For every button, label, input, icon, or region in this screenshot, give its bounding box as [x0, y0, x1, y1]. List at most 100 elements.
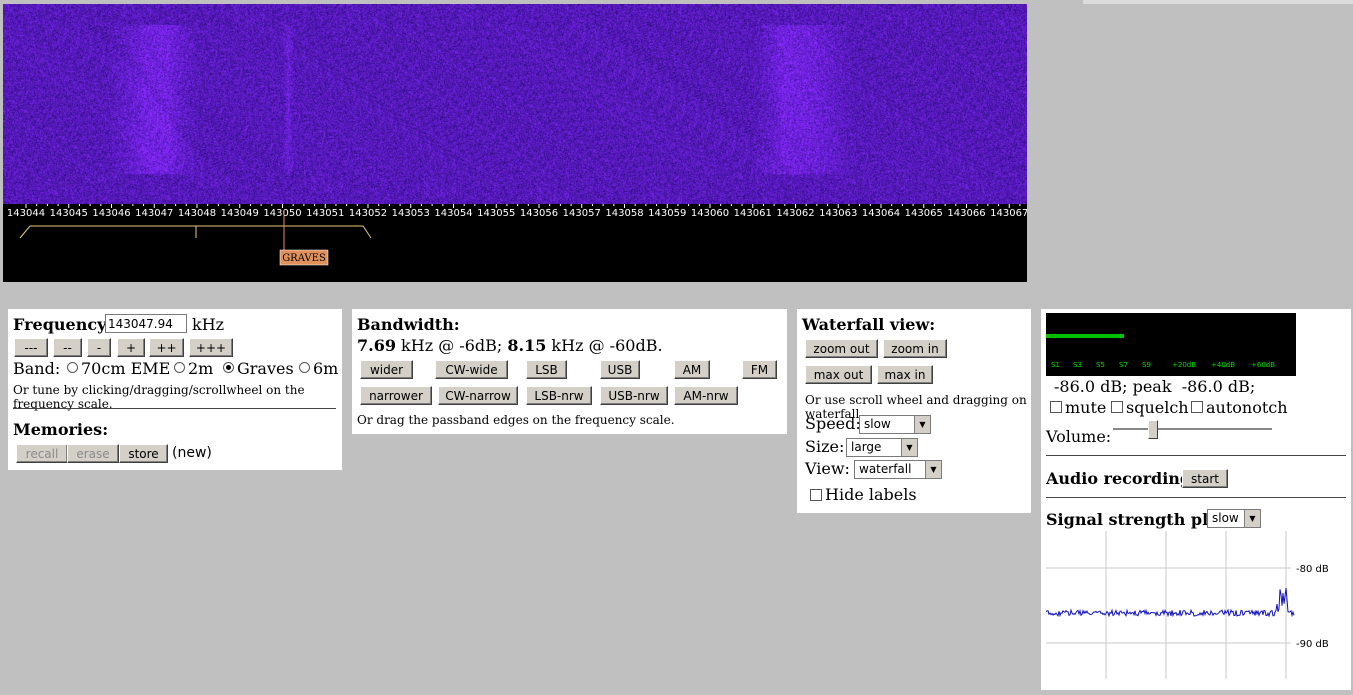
- record-start-button[interactable]: start: [1182, 469, 1228, 488]
- bandwidth-title: Bandwidth:: [357, 315, 460, 334]
- wider-button[interactable]: wider: [360, 360, 413, 379]
- step-up-3-button[interactable]: +++: [189, 338, 233, 357]
- bandwidth-readout: 7.69 kHz @ -6dB; 8.15 kHz @ -60dB.: [357, 336, 663, 355]
- band-70cm-label: 70cm EME: [81, 359, 171, 378]
- usb-button[interactable]: USB: [600, 360, 640, 379]
- step-up-1-button[interactable]: +: [117, 338, 145, 357]
- view-value: waterfall: [859, 462, 912, 476]
- volume-slider-track[interactable]: [1113, 428, 1272, 431]
- speed-select[interactable]: slow ▼: [859, 415, 931, 434]
- scale-label: 143050: [263, 208, 301, 219]
- waterfall-view-panel: Waterfall view: zoom out zoom in max out…: [797, 309, 1031, 513]
- zoom-out-button[interactable]: zoom out: [805, 339, 878, 358]
- cw-narrow-button[interactable]: CW-narrow: [438, 386, 518, 405]
- hide-labels-checkbox[interactable]: [810, 489, 822, 501]
- waterfall-display[interactable]: 143044 143045 143046 143047 143048 143049 1430…: [3, 4, 1027, 282]
- audio-recording-title: Audio recording:: [1046, 469, 1197, 488]
- autonotch-label: autonotch: [1206, 398, 1288, 417]
- hide-labels-label: Hide labels: [825, 485, 917, 504]
- memory-status: (new): [172, 445, 212, 461]
- bw-6db-value: 7.69: [357, 336, 396, 355]
- bandwidth-panel: Bandwidth: 7.69 kHz @ -6dB; 8.15 kHz @ -…: [352, 309, 787, 434]
- scale-label: 143056: [520, 208, 558, 219]
- band-2m-radio[interactable]: [174, 362, 185, 373]
- plot-label-top: -80 dB: [1296, 564, 1329, 575]
- s-meter-tick-label: +40dB: [1211, 361, 1236, 369]
- max-out-button[interactable]: max out: [805, 365, 872, 384]
- frequency-input[interactable]: [105, 314, 187, 333]
- scale-label: 143067: [990, 208, 1027, 219]
- plot-label-bottom: -90 dB: [1296, 639, 1329, 650]
- band-6m-radio[interactable]: [299, 362, 310, 373]
- signal-reading: -86.0 dB; peak -86.0 dB;: [1054, 377, 1256, 396]
- s-meter-tick-label: S1: [1051, 361, 1060, 369]
- cw-wide-button[interactable]: CW-wide: [435, 360, 508, 379]
- frequency-scale[interactable]: 143044 143045 143046 143047 143048 143049 1430…: [3, 204, 1027, 282]
- bw-60db-text: kHz @ -60dB.: [546, 336, 663, 355]
- size-label: Size:: [805, 437, 845, 456]
- chevron-down-icon: ▼: [925, 461, 941, 478]
- volume-slider-thumb[interactable]: [1147, 420, 1158, 439]
- erase-button[interactable]: erase: [67, 444, 119, 463]
- recall-button[interactable]: recall: [16, 444, 68, 463]
- chevron-down-icon: ▼: [901, 439, 917, 456]
- s-meter-tick-label: S3: [1073, 361, 1082, 369]
- step-up-2-button[interactable]: ++: [149, 338, 184, 357]
- band-graves-label: Graves: [237, 359, 294, 378]
- signal-strength-plot: -80 dB -90 dB: [1046, 531, 1329, 679]
- lsb-button[interactable]: LSB: [526, 360, 567, 379]
- scale-label: 143063: [819, 208, 857, 219]
- scale-label: 143064: [862, 208, 900, 219]
- audio-panel: S1 S3 S5 S7 S9 +20dB +40dB +60dB -86.0 dB; peak…: [1041, 309, 1351, 690]
- scale-label: 143054: [434, 208, 472, 219]
- chevron-down-icon: ▼: [1244, 510, 1260, 527]
- speed-value: slow: [864, 417, 891, 431]
- scale-label: 143058: [605, 208, 643, 219]
- divider: [1046, 497, 1346, 498]
- bandwidth-hint: Or drag the passband edges on the freque…: [357, 413, 675, 427]
- scale-label: 143060: [691, 208, 729, 219]
- am-nrw-button[interactable]: AM-nrw: [674, 386, 738, 405]
- size-select[interactable]: large ▼: [846, 438, 918, 457]
- scale-label: 143061: [734, 208, 772, 219]
- scale-label: 143066: [947, 208, 985, 219]
- zoom-in-button[interactable]: zoom in: [883, 339, 947, 358]
- divider: [13, 408, 336, 409]
- lsb-nrw-button[interactable]: LSB-nrw: [526, 386, 592, 405]
- squelch-checkbox[interactable]: [1111, 401, 1123, 413]
- narrower-button[interactable]: narrower: [360, 386, 432, 405]
- scale-label: 143048: [178, 208, 216, 219]
- plot-speed-select[interactable]: slow ▼: [1207, 509, 1261, 528]
- bw-60db-value: 8.15: [507, 336, 547, 355]
- view-select[interactable]: waterfall ▼: [854, 460, 942, 479]
- bw-6db-text: kHz @ -6dB;: [395, 336, 508, 355]
- step-down-3-button[interactable]: ---: [14, 338, 48, 357]
- s-meter-bar: [1046, 334, 1124, 338]
- frequency-panel: Frequency: kHz --- -- - + ++ +++ Band: 7…: [8, 309, 342, 470]
- band-70cm-radio[interactable]: [67, 362, 78, 373]
- max-in-button[interactable]: max in: [877, 365, 933, 384]
- frequency-unit: kHz: [192, 315, 225, 334]
- scale-label: 143052: [349, 208, 387, 219]
- view-label: View:: [805, 459, 850, 478]
- scale-label: 143044: [7, 208, 45, 219]
- scale-label: 143046: [92, 208, 130, 219]
- s-meter-tick-label: +20dB: [1172, 361, 1197, 369]
- s-meter-tick-label: +60dB: [1251, 361, 1276, 369]
- am-button[interactable]: AM: [674, 360, 710, 379]
- mute-checkbox[interactable]: [1050, 401, 1062, 413]
- step-down-2-button[interactable]: --: [53, 338, 82, 357]
- usb-nrw-button[interactable]: USB-nrw: [600, 386, 668, 405]
- s-meter-tick-label: S7: [1119, 361, 1128, 369]
- scale-label: 143045: [50, 208, 88, 219]
- frequency-label: Frequency:: [13, 315, 113, 334]
- waterfall-canvas[interactable]: [3, 4, 1027, 204]
- waterfall-view-title: Waterfall view:: [802, 315, 936, 334]
- autonotch-checkbox[interactable]: [1191, 401, 1203, 413]
- graves-marker-label: GRAVES: [282, 253, 326, 264]
- store-button[interactable]: store: [119, 444, 168, 463]
- fm-button[interactable]: FM: [742, 360, 777, 379]
- scale-label: 143057: [563, 208, 601, 219]
- step-down-1-button[interactable]: -: [87, 338, 111, 357]
- band-graves-radio[interactable]: [223, 362, 234, 373]
